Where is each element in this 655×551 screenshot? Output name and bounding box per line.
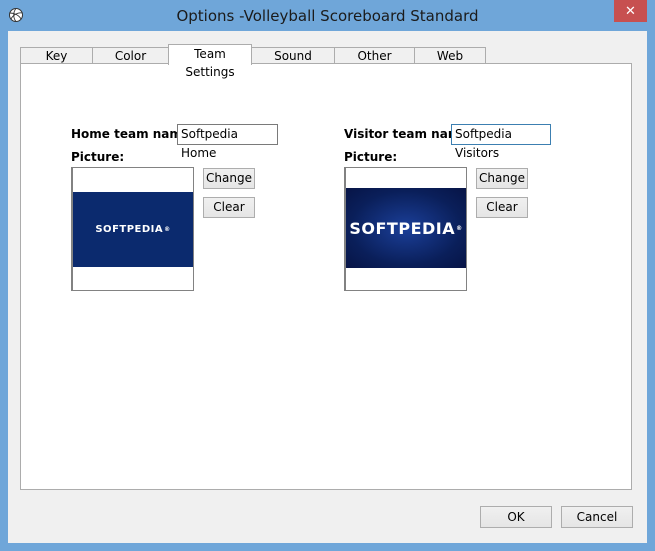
tab-team-settings[interactable]: Team Settings — [168, 44, 252, 79]
home-clear-button[interactable]: Clear — [203, 197, 255, 218]
home-picture-box[interactable]: SOFTPEDIA ® — [71, 167, 194, 291]
home-picture-label: Picture: — [71, 150, 125, 164]
dialog-client-area: Key Settings Color Settings Team Setting… — [8, 31, 647, 543]
team-settings-panel: Home team name: Softpedia Home Picture: … — [20, 63, 632, 490]
visitor-picture-label: Picture: — [344, 150, 398, 164]
visitor-clear-button[interactable]: Clear — [476, 197, 528, 218]
home-team-name-input[interactable]: Softpedia Home — [177, 124, 278, 160]
visitor-picture-box[interactable]: SOFTPEDIA ® — [344, 167, 467, 291]
visitor-picture-image: SOFTPEDIA ® — [346, 188, 466, 268]
tab-key-settings[interactable]: Key Settings — [20, 47, 93, 79]
home-picture-image: SOFTPEDIA ® — [73, 192, 193, 267]
visitor-picture-text: SOFTPEDIA — [349, 218, 456, 238]
options-window: Options -Volleyball Scoreboard Standard … — [0, 0, 655, 551]
ok-button[interactable]: OK — [480, 506, 552, 528]
registered-icon: ® — [456, 224, 463, 232]
tab-other-settings[interactable]: Other Settings — [334, 47, 415, 79]
close-icon: ✕ — [625, 3, 636, 19]
visitor-team-name-input[interactable]: Softpedia Visitors — [451, 124, 551, 160]
cancel-button[interactable]: Cancel — [561, 506, 633, 528]
tab-web-remote[interactable]: Web Remote — [414, 47, 486, 79]
visitor-change-button[interactable]: Change — [476, 168, 528, 189]
home-picture-text: SOFTPEDIA — [95, 224, 164, 235]
close-button[interactable]: ✕ — [614, 0, 647, 22]
window-title: Options -Volleyball Scoreboard Standard — [176, 7, 479, 25]
tab-color-settings[interactable]: Color Settings — [92, 47, 169, 79]
tab-sound-settings[interactable]: Sound Settings — [251, 47, 335, 79]
home-change-button[interactable]: Change — [203, 168, 255, 189]
title-bar[interactable]: Options -Volleyball Scoreboard Standard … — [0, 0, 655, 31]
registered-icon: ® — [164, 226, 171, 233]
